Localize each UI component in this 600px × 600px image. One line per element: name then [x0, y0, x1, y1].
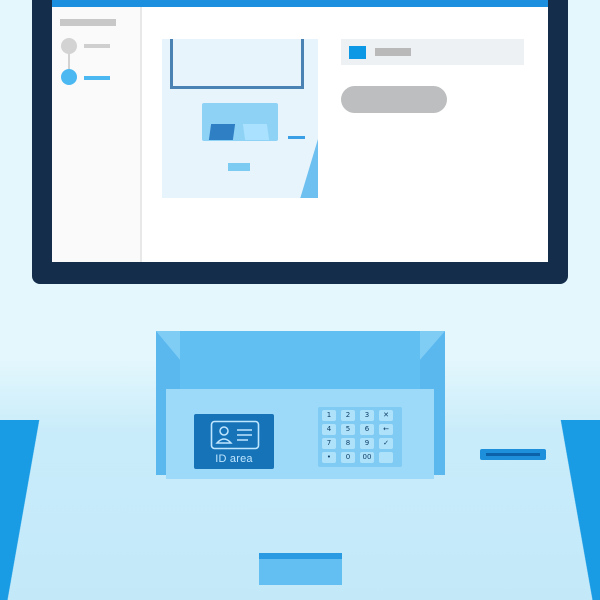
pin-keypad: 1 2 3 ✕ 4 5 6 ← 7 8 9 ✓ • 0 00 — [318, 407, 402, 467]
screen-header-bar — [52, 0, 548, 7]
checkmark-icon[interactable]: ✓ — [379, 438, 393, 449]
step-indicator-2-active[interactable] — [61, 69, 77, 85]
field-color-marker — [349, 46, 366, 59]
kiosk-screen — [52, 0, 548, 262]
step-indicator-1[interactable] — [61, 38, 77, 54]
dispenser-slot[interactable] — [259, 553, 342, 585]
key-00[interactable]: 00 — [360, 452, 374, 463]
id-scan-area[interactable]: ID area — [194, 414, 274, 469]
field-text-placeholder — [375, 48, 411, 56]
cancel-icon[interactable]: ✕ — [379, 410, 393, 421]
key-9[interactable]: 9 — [360, 438, 374, 449]
step-label-1-placeholder — [84, 44, 110, 48]
kiosk-illustration — [162, 39, 318, 198]
sidebar-title-placeholder — [60, 19, 116, 26]
steps-sidebar — [52, 7, 142, 262]
key-2[interactable]: 2 — [341, 410, 355, 421]
key-7[interactable]: 7 — [322, 438, 336, 449]
key-8[interactable]: 8 — [341, 438, 355, 449]
illustration-console — [202, 103, 278, 141]
key-6[interactable]: 6 — [360, 424, 374, 435]
card-slot[interactable] — [480, 449, 546, 460]
id-card-icon — [210, 420, 260, 450]
action-button-disabled[interactable] — [341, 86, 447, 113]
illustration-dispenser — [228, 163, 250, 171]
illustration-card-slot — [288, 136, 305, 139]
kiosk-body-right-edge — [554, 420, 600, 600]
key-dot[interactable]: • — [322, 452, 336, 463]
illustration-screen — [170, 39, 304, 89]
illustration-side-right — [300, 139, 318, 198]
backspace-icon[interactable]: ← — [379, 424, 393, 435]
console-hood — [180, 331, 420, 389]
kiosk-body-left-edge — [0, 420, 46, 600]
key-0[interactable]: 0 — [341, 452, 355, 463]
illustration-keypad — [242, 124, 270, 140]
key-blank[interactable] — [379, 452, 393, 463]
id-area-label: ID area — [215, 453, 253, 465]
key-4[interactable]: 4 — [322, 424, 336, 435]
key-5[interactable]: 5 — [341, 424, 355, 435]
key-1[interactable]: 1 — [322, 410, 336, 421]
key-3[interactable]: 3 — [360, 410, 374, 421]
info-field[interactable] — [341, 39, 524, 65]
step-label-2-placeholder — [84, 76, 110, 80]
illustration-id-slot — [208, 124, 236, 140]
